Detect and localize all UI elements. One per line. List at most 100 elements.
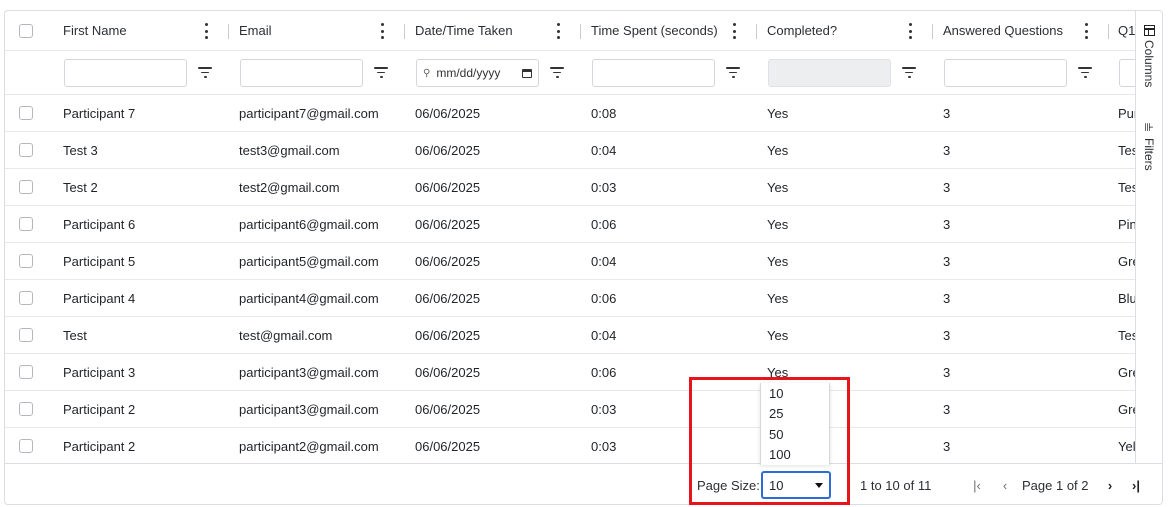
column-menu-icon[interactable] [555, 23, 561, 39]
page-size-option-100[interactable]: 100 [761, 445, 829, 466]
header-date-taken[interactable]: Date/Time Taken [415, 11, 561, 50]
filter-date-taken-input[interactable]: ⚲ mm/dd/yyyy [416, 59, 539, 87]
column-menu-icon[interactable] [203, 23, 209, 39]
filters-panel-button[interactable]: ⊪ Filters [1142, 123, 1156, 171]
filter-menu-icon[interactable] [726, 67, 740, 78]
table-row[interactable]: Test 3 test3@gmail.com 06/06/2025 0:04 Yes 3 T… [5, 132, 1135, 169]
cell-answered-questions: 3 [943, 179, 951, 195]
header-q1[interactable]: Q1 [1118, 11, 1135, 50]
column-menu-icon[interactable] [1083, 23, 1089, 39]
cell-q1: Tes [1118, 179, 1135, 195]
header-email[interactable]: Email [239, 11, 385, 50]
column-menu-icon[interactable] [379, 23, 385, 39]
table-row[interactable]: Participant 2 participant3@gmail.com 06/06… [5, 391, 1135, 428]
last-page-button[interactable]: ›| [1126, 474, 1146, 496]
row-checkbox[interactable] [19, 439, 33, 453]
table-row[interactable]: Participant 4 participant4@gmail.com 06/06… [5, 280, 1135, 317]
table-row[interactable]: Participant 5 participant5@gmail.com 06/06… [5, 243, 1135, 280]
page-size-value: 10 [769, 477, 784, 493]
row-checkbox[interactable] [19, 180, 33, 194]
cell-first-name: Test 3 [63, 142, 98, 158]
cell-email: participant5@gmail.com [239, 253, 379, 269]
cell-q1: Pur [1118, 105, 1135, 121]
cell-first-name: Participant 2 [63, 438, 136, 454]
page-size-select[interactable]: 10 [761, 471, 831, 499]
cell-time-spent: 0:06 [591, 290, 617, 306]
cell-email: test@gmail.com [239, 327, 333, 343]
cell-time-spent: 0:04 [591, 142, 617, 158]
header-completed[interactable]: Completed? [767, 11, 913, 50]
row-checkbox[interactable] [19, 254, 33, 268]
cell-email: participant2@gmail.com [239, 438, 379, 454]
column-menu-icon[interactable] [907, 23, 913, 39]
filter-first-name-input[interactable] [64, 59, 187, 87]
column-divider [228, 24, 229, 39]
cell-time-spent: 0:03 [591, 179, 617, 195]
filter-menu-icon[interactable] [198, 67, 212, 78]
cell-first-name: Participant 3 [63, 364, 136, 380]
cell-q1: Tes [1118, 327, 1135, 343]
page-size-label: Page Size: [697, 478, 760, 493]
table-row[interactable]: Test test@gmail.com 06/06/2025 0:04 Yes 3 Tes [5, 317, 1135, 354]
cell-answered-questions: 3 [943, 290, 951, 306]
row-checkbox[interactable] [19, 217, 33, 231]
cell-completed: Yes [767, 290, 789, 306]
filter-answered-questions-input[interactable] [944, 59, 1067, 87]
cell-answered-questions: 3 [943, 401, 951, 417]
first-page-button[interactable]: |‹ [967, 474, 987, 496]
filter-menu-icon[interactable] [550, 67, 564, 78]
data-grid: First Name Email Date/Time Taken Time Spent… [4, 10, 1163, 505]
columns-panel-button[interactable]: Columns [1142, 25, 1156, 87]
table-row[interactable]: Participant 2 participant2@gmail.com 06/06… [5, 428, 1135, 463]
previous-page-button[interactable]: ‹ [995, 474, 1015, 496]
cell-first-name: Test 2 [63, 179, 98, 195]
cell-date-taken: 06/06/2025 [415, 401, 481, 417]
filter-time-spent-input[interactable] [592, 59, 715, 87]
row-checkbox[interactable] [19, 402, 33, 416]
cell-date-taken: 06/06/2025 [415, 142, 481, 158]
row-checkbox[interactable] [19, 328, 33, 342]
filter-email-input[interactable] [240, 59, 363, 87]
table-row[interactable]: Participant 6 participant6@gmail.com 06/06… [5, 206, 1135, 243]
table-row[interactable]: Participant 7 participant7@gmail.com 06/06… [5, 95, 1135, 132]
row-checkbox[interactable] [19, 106, 33, 120]
cell-first-name: Test [63, 327, 87, 343]
cell-time-spent: 0:08 [591, 105, 617, 121]
table-row[interactable]: Participant 3 participant3@gmail.com 06/06… [5, 354, 1135, 391]
row-checkbox[interactable] [19, 143, 33, 157]
page-size-option-10[interactable]: 10 [761, 383, 829, 404]
column-divider [404, 24, 405, 39]
cell-time-spent: 0:03 [591, 401, 617, 417]
caret-down-icon [815, 482, 823, 488]
filter-panel-icon: ⊪ [1144, 122, 1154, 134]
cell-date-taken: 06/06/2025 [415, 364, 481, 380]
filter-menu-icon[interactable] [374, 67, 388, 78]
cell-completed: Yes [767, 142, 789, 158]
header-first-name[interactable]: First Name [63, 11, 209, 50]
column-menu-icon[interactable] [731, 23, 737, 39]
filter-completed-input [768, 59, 891, 87]
cell-answered-questions: 3 [943, 364, 951, 380]
cell-q1: Pin [1118, 216, 1135, 232]
grid-viewport: First Name Email Date/Time Taken Time Spent… [5, 11, 1135, 463]
cell-answered-questions: 3 [943, 142, 951, 158]
filter-menu-icon[interactable] [902, 67, 916, 78]
header-time-spent[interactable]: Time Spent (seconds) [591, 11, 737, 50]
cell-email: participant4@gmail.com [239, 290, 379, 306]
cell-q1: Gre [1118, 401, 1135, 417]
header-answered-questions[interactable]: Answered Questions [943, 11, 1089, 50]
filter-menu-icon[interactable] [1078, 67, 1092, 78]
page-size-option-50[interactable]: 50 [761, 424, 829, 445]
row-checkbox[interactable] [19, 365, 33, 379]
table-row[interactable]: Test 2 test2@gmail.com 06/06/2025 0:03 Yes 3 T… [5, 169, 1135, 206]
row-checkbox[interactable] [19, 291, 33, 305]
cell-date-taken: 06/06/2025 [415, 290, 481, 306]
cell-date-taken: 06/06/2025 [415, 253, 481, 269]
select-all-checkbox[interactable] [19, 24, 33, 38]
calendar-icon[interactable] [522, 68, 532, 78]
cell-answered-questions: 3 [943, 327, 951, 343]
next-page-button[interactable]: › [1100, 474, 1120, 496]
column-divider [1108, 24, 1109, 39]
page-size-option-25[interactable]: 25 [761, 404, 829, 425]
filter-q1-input[interactable] [1119, 59, 1135, 87]
